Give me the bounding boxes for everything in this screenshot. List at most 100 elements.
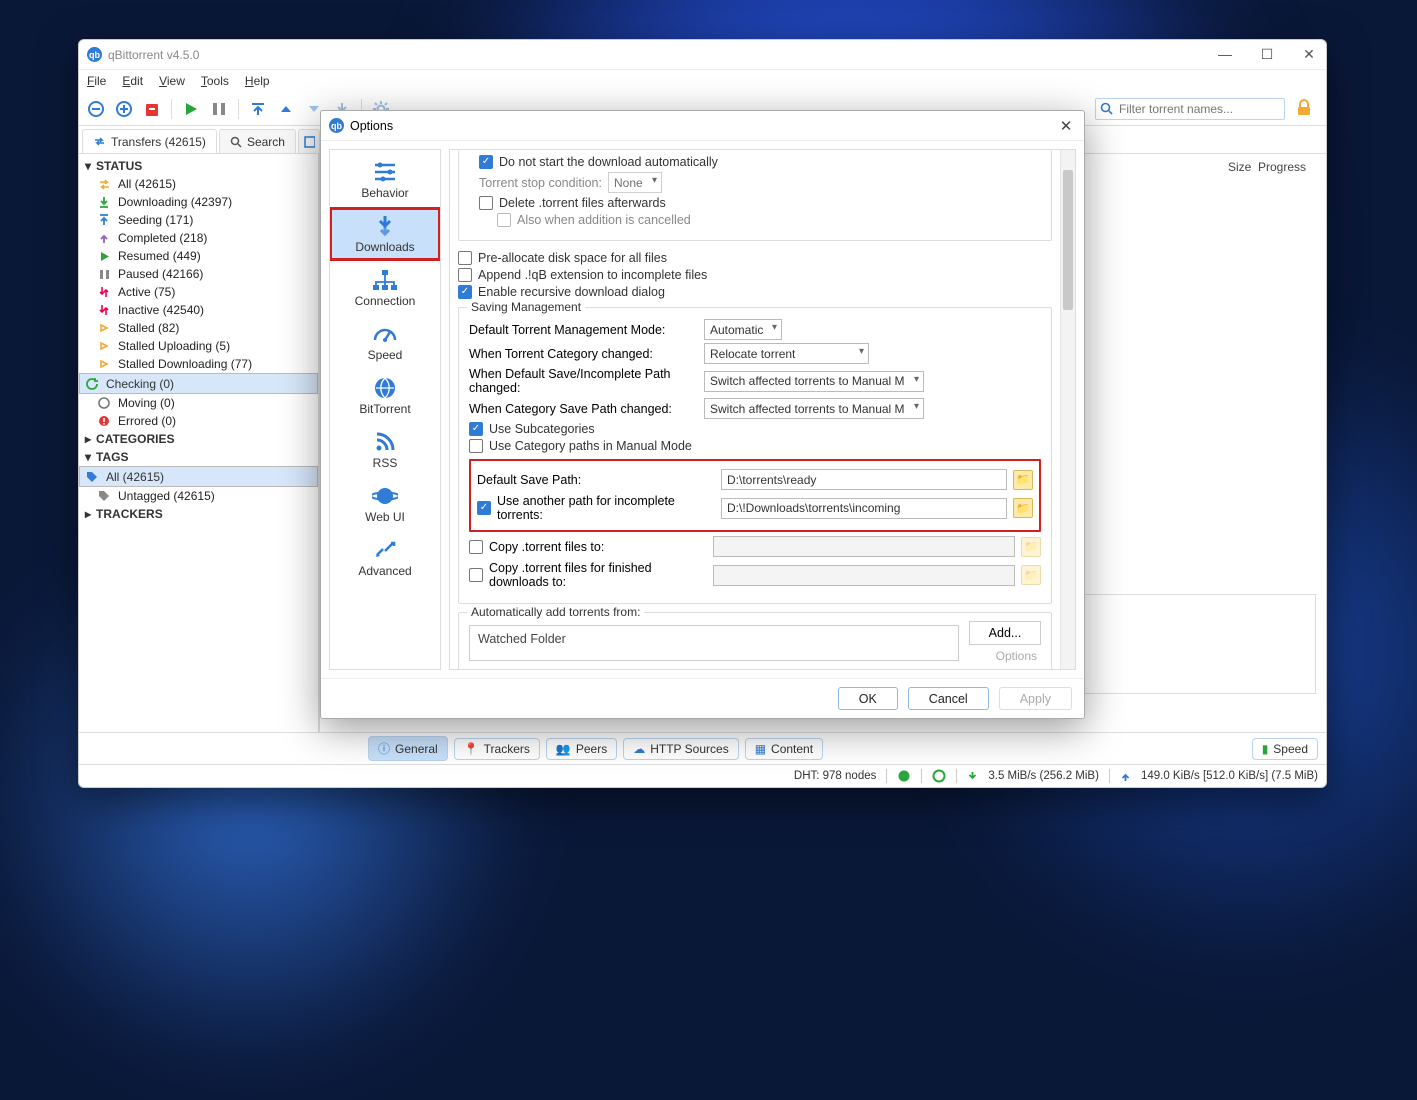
cb-catmanual[interactable]	[469, 439, 483, 453]
ok-button[interactable]: OK	[838, 687, 898, 710]
cb-delete-torrent[interactable]	[479, 196, 493, 210]
sidebar-item-moving[interactable]: Moving (0)	[79, 394, 318, 412]
lock-icon[interactable]	[1295, 99, 1315, 119]
btab-content[interactable]: ▦Content	[745, 738, 823, 760]
tab-search-label: Search	[247, 135, 285, 149]
sidebar-tag-untagged[interactable]: Untagged (42615)	[79, 487, 318, 505]
options-scrollbar[interactable]	[1060, 150, 1075, 669]
cb-recursive[interactable]	[458, 285, 472, 299]
sel-catchg[interactable]: Relocate torrent	[704, 343, 869, 364]
delete-button[interactable]	[140, 97, 164, 121]
menu-view[interactable]: View	[159, 74, 185, 88]
nav-advanced[interactable]: Advanced	[330, 532, 440, 584]
sidebar-item-checking[interactable]: Checking (0)	[79, 373, 318, 394]
btab-peers[interactable]: 👥Peers	[546, 738, 617, 760]
speedlimit-icon[interactable]	[932, 769, 946, 783]
menu-tools[interactable]: Tools	[201, 74, 229, 88]
cb-prealloc[interactable]	[458, 251, 472, 265]
sidebar-item-resumed[interactable]: Resumed (449)	[79, 247, 318, 265]
tab-transfers[interactable]: Transfers (42615)	[82, 129, 217, 153]
nav-connection[interactable]: Connection	[330, 262, 440, 314]
cb-appendqb[interactable]	[458, 268, 472, 282]
nav-behavior[interactable]: Behavior	[330, 154, 440, 206]
close-button[interactable]: ✕	[1300, 46, 1318, 63]
move-up-button[interactable]	[274, 97, 298, 121]
col-size[interactable]: Size	[1228, 160, 1251, 174]
app-icon: qb	[87, 47, 102, 62]
cb-copy-finished[interactable]	[469, 568, 483, 582]
cb-usesub[interactable]	[469, 422, 483, 436]
save-path-highlight: Default Save Path: 📁 Use another path fo…	[469, 459, 1041, 532]
tab-extra[interactable]	[298, 129, 320, 153]
nav-downloads[interactable]: Downloads	[330, 208, 440, 260]
input-copy-finished	[713, 565, 1015, 586]
sidebar-item-stalled-down[interactable]: Stalled Downloading (77)	[79, 355, 318, 373]
add-torrent-button[interactable]	[112, 97, 136, 121]
input-copy-torrent	[713, 536, 1015, 557]
sidebar-item-paused[interactable]: Paused (42166)	[79, 265, 318, 283]
browse-incomplete[interactable]: 📁	[1013, 498, 1033, 518]
sidebar-item-seeding[interactable]: Seeding (171)	[79, 211, 318, 229]
sel-defpathchg[interactable]: Switch affected torrents to Manual Mode	[704, 371, 924, 392]
menu-help[interactable]: Help	[245, 74, 270, 88]
sidebar-item-completed[interactable]: Completed (218)	[79, 229, 318, 247]
menu-edit[interactable]: Edit	[122, 74, 143, 88]
window-title: qBittorrent v4.5.0	[108, 48, 199, 62]
watched-options: Options	[996, 649, 1041, 663]
input-incomplete-path[interactable]	[721, 498, 1007, 519]
sidebar-item-stalled[interactable]: Stalled (82)	[79, 319, 318, 337]
sidebar-trackers-header[interactable]: ▸TRACKERS	[79, 505, 318, 523]
apply-button[interactable]: Apply	[999, 687, 1072, 710]
sidebar-tags-header[interactable]: ▾TAGS	[79, 448, 318, 466]
globe-icon[interactable]	[897, 769, 911, 783]
cb-also-cancelled	[497, 213, 511, 227]
sidebar-status-header[interactable]: ▾STATUS	[79, 157, 318, 175]
col-progress[interactable]: Progress	[1258, 160, 1306, 174]
cb-copy-torrent[interactable]	[469, 540, 483, 554]
watched-folders-list[interactable]: Watched Folder	[469, 625, 959, 661]
dialog-close-button[interactable]: ✕	[1056, 117, 1076, 135]
filter-input[interactable]	[1117, 101, 1280, 117]
filter-box[interactable]	[1095, 98, 1285, 120]
browse-default-save[interactable]: 📁	[1013, 470, 1033, 490]
btab-trackers[interactable]: 📍Trackers	[454, 738, 540, 760]
cb-nostart[interactable]	[479, 155, 493, 169]
add-watched-button[interactable]: Add...	[969, 621, 1041, 645]
tab-search[interactable]: Search	[219, 129, 296, 153]
maximize-button[interactable]: ☐	[1258, 46, 1276, 63]
move-top-button[interactable]	[246, 97, 270, 121]
saving-legend: Saving Management	[467, 300, 585, 314]
nav-webui[interactable]: Web UI	[330, 478, 440, 530]
options-nav: Behavior Downloads Connection Speed BitT…	[329, 149, 441, 670]
minimize-button[interactable]: —	[1216, 46, 1234, 63]
menu-file[interactable]: File	[87, 74, 106, 88]
btab-general[interactable]: ⓘGeneral	[368, 736, 448, 761]
sel-stopcond[interactable]: None	[608, 172, 662, 193]
cancel-button[interactable]: Cancel	[908, 687, 989, 710]
app-icon: qb	[329, 118, 344, 133]
statusbar: DHT: 978 nodes 3.5 MiB/s (256.2 MiB) 149…	[79, 764, 1326, 787]
sidebar-item-active[interactable]: Active (75)	[79, 283, 318, 301]
sidebar-item-downloading[interactable]: Downloading (42397)	[79, 193, 318, 211]
sel-defmode[interactable]: Automatic	[704, 319, 782, 340]
sidebar-item-stalled-up[interactable]: Stalled Uploading (5)	[79, 337, 318, 355]
resume-button[interactable]	[179, 97, 203, 121]
add-link-button[interactable]	[84, 97, 108, 121]
nav-bittorrent[interactable]: BitTorrent	[330, 370, 440, 422]
sidebar-item-inactive[interactable]: Inactive (42540)	[79, 301, 318, 319]
btab-http[interactable]: ☁HTTP Sources	[623, 738, 738, 760]
status-dht: DHT: 978 nodes	[794, 770, 876, 782]
sidebar-item-all[interactable]: All (42615)	[79, 175, 318, 193]
nav-speed[interactable]: Speed	[330, 316, 440, 368]
sidebar-categories-header[interactable]: ▸CATEGORIES	[79, 430, 318, 448]
cb-incomplete-path[interactable]	[477, 501, 491, 515]
pause-button[interactable]	[207, 97, 231, 121]
menubar: File Edit View Tools Help	[79, 70, 1326, 92]
input-default-save-path[interactable]	[721, 469, 1007, 490]
sel-catpathchg[interactable]: Switch affected torrents to Manual Mode	[704, 398, 924, 419]
sidebar-item-errored[interactable]: Errored (0)	[79, 412, 318, 430]
sidebar-tag-all[interactable]: All (42615)	[79, 466, 318, 487]
btab-speed[interactable]: ▮Speed	[1252, 738, 1318, 760]
auto-legend: Automatically add torrents from:	[467, 605, 644, 619]
nav-rss[interactable]: RSS	[330, 424, 440, 476]
